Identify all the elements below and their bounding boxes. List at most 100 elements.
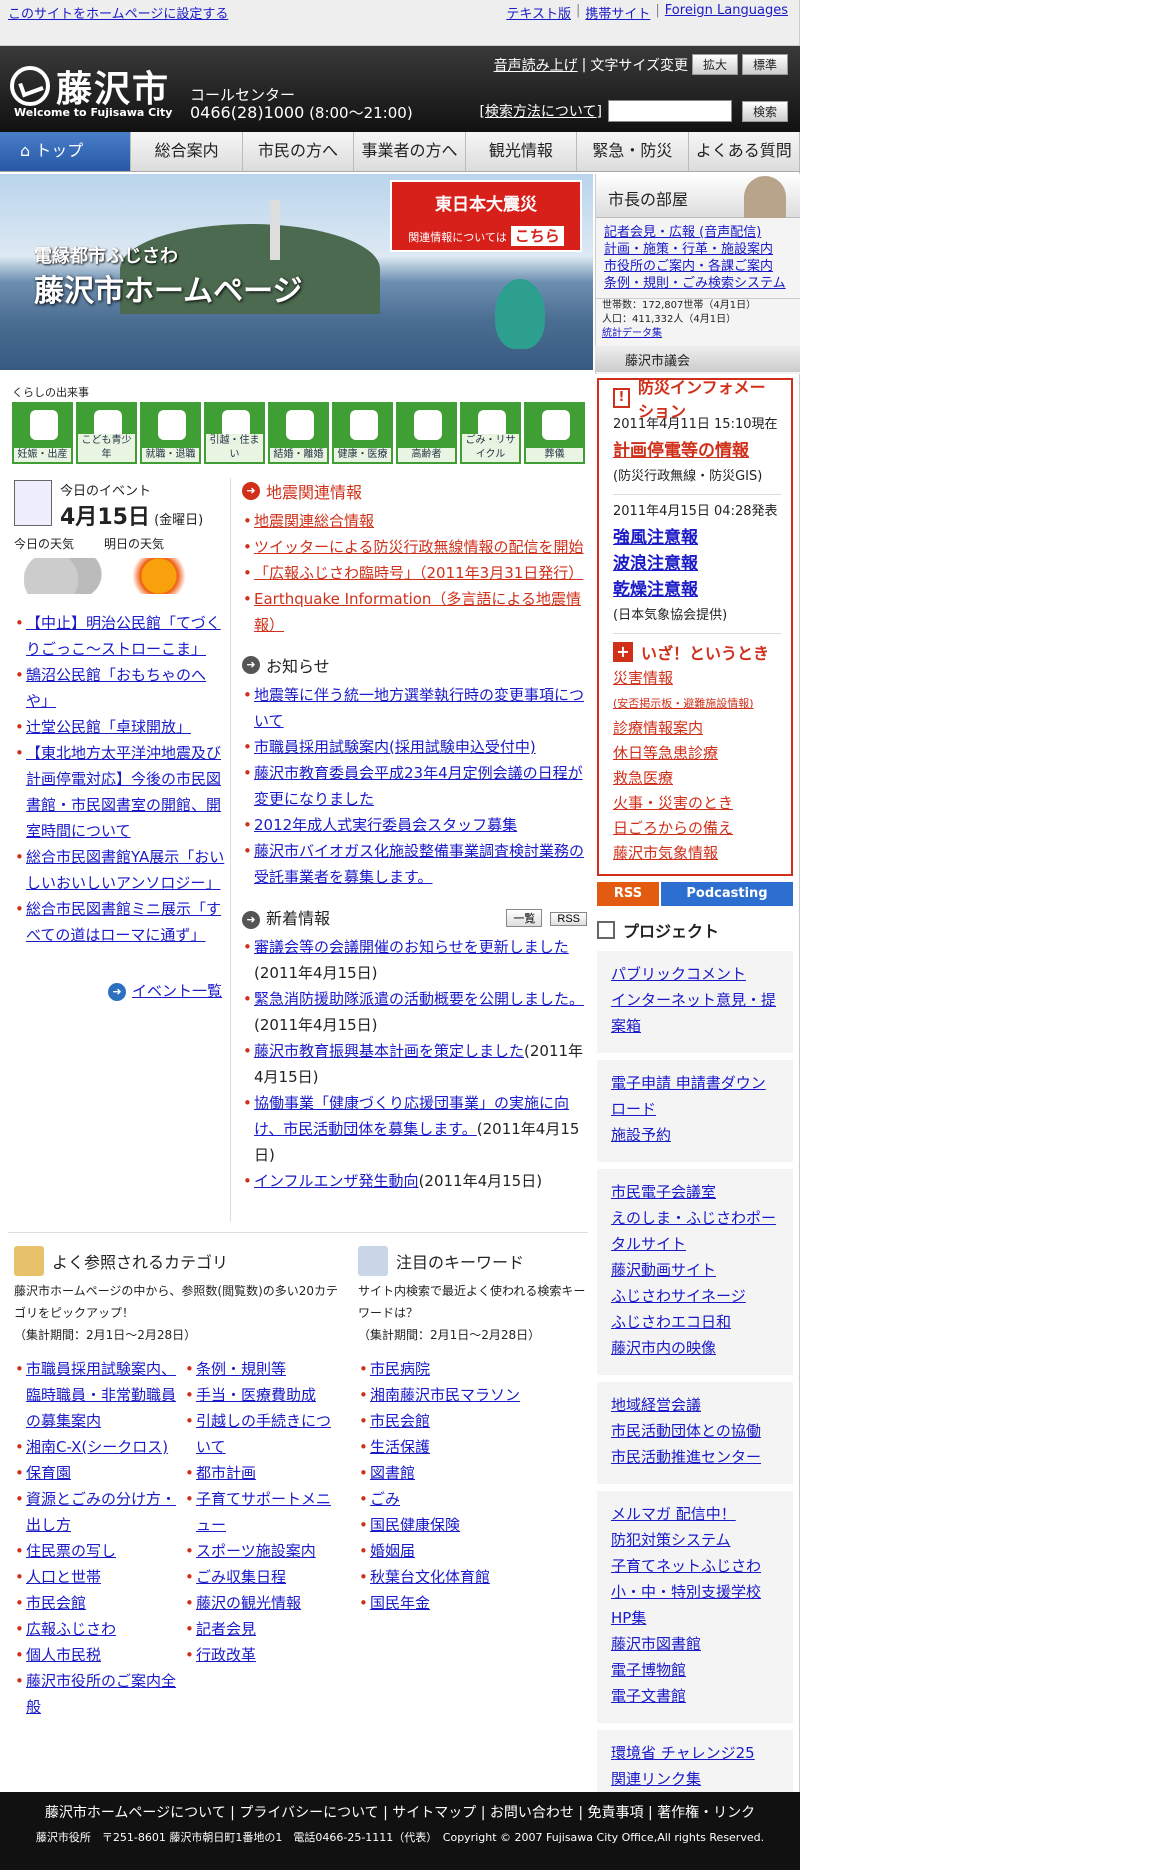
footer-link[interactable]: お問い合わせ [490, 1805, 574, 1821]
event-link[interactable]: 【中止】明治公民館「てづくりごっこ～ストローこま」 [26, 614, 221, 658]
footer-link[interactable]: 免責事項 [588, 1805, 644, 1821]
mayor-link[interactable]: 記者会見・広報 (音声配信) [604, 224, 792, 241]
project-link[interactable]: 防犯対策システム [611, 1531, 731, 1549]
keyword-link[interactable]: 市民病院 [370, 1360, 430, 1378]
mayor-link[interactable]: 条例・規則・ごみ検索システム [604, 275, 792, 292]
nav-tourism[interactable]: 観光情報 [466, 132, 578, 171]
life-health[interactable]: 健康・医療 [332, 402, 393, 464]
category-link[interactable]: 藤沢市役所のご案内全般 [26, 1672, 176, 1716]
life-children[interactable]: こども青少年 [76, 402, 137, 464]
new-item-link[interactable]: 審議会等の会議開催のお知らせを更新しました [254, 938, 569, 956]
category-link[interactable]: 行政改革 [196, 1646, 256, 1664]
mayor-link[interactable]: 計画・施策・行革・施設案内 [604, 241, 792, 258]
category-link[interactable]: 個人市民税 [26, 1646, 101, 1664]
emergency-link[interactable]: 休日等急患診療 [613, 744, 718, 762]
voice-readout-link[interactable]: 音声読み上げ [494, 55, 578, 75]
emergency-link[interactable]: 藤沢市気象情報 [613, 844, 718, 862]
quake-link[interactable]: 「広報ふじさわ臨時号」（2011年3月31日発行） [254, 564, 583, 582]
search-input[interactable] [607, 100, 732, 122]
search-button[interactable]: 検索 [741, 100, 788, 122]
project-link[interactable]: 藤沢市図書館 [611, 1635, 701, 1653]
notice-link[interactable]: 市職員採用試験案内(採用試験申込受付中) [254, 738, 536, 756]
project-link[interactable]: 施設予約 [611, 1126, 671, 1144]
category-link[interactable]: 記者会見 [196, 1620, 256, 1638]
keyword-link[interactable]: 市民会館 [370, 1412, 430, 1430]
category-link[interactable]: 湘南C-X(シークロス) [26, 1438, 168, 1456]
nav-top[interactable]: ⌂ トップ [0, 132, 132, 171]
whats-new-list-button[interactable]: 一覧 [506, 909, 543, 927]
keyword-link[interactable]: 生活保護 [370, 1438, 430, 1456]
project-link[interactable]: 市民電子会議室 [611, 1183, 716, 1201]
keyword-link[interactable]: 図書館 [370, 1464, 415, 1482]
life-marriage[interactable]: 結婚・離婚 [268, 402, 329, 464]
earthquake-banner[interactable]: 東日本大震災 関連情報については こちら [390, 180, 582, 252]
new-item-link[interactable]: インフルエンザ発生動向 [254, 1172, 419, 1190]
footer-link[interactable]: プライバシーについて [239, 1805, 378, 1821]
project-link[interactable]: パブリックコメント [611, 965, 746, 983]
keyword-link[interactable]: ごみ [370, 1490, 400, 1508]
mayor-room-title[interactable]: 市長の部屋 [608, 190, 688, 209]
nav-businesses[interactable]: 事業者の方へ [354, 132, 466, 171]
statistics-link[interactable]: 統計データ集 [602, 327, 794, 341]
city-council-link[interactable]: 藤沢市議会 [595, 346, 800, 372]
project-link[interactable]: えのしま・ふじさわポータルサイト [611, 1209, 776, 1253]
category-link[interactable]: スポーツ施設案内 [196, 1542, 316, 1560]
city-logo[interactable]: 藤沢市 [10, 60, 170, 112]
category-link[interactable]: 人口と世帯 [26, 1568, 101, 1586]
mobile-site-link[interactable]: 携帯サイト [580, 3, 655, 22]
project-link[interactable]: 電子申請 申請書ダウンロード [611, 1074, 766, 1118]
warning-link[interactable]: 乾燥注意報 [613, 580, 698, 600]
life-elderly[interactable]: 高齢者 [396, 402, 457, 464]
rss-button[interactable]: RSS [597, 882, 659, 906]
keyword-link[interactable]: 国民健康保険 [370, 1516, 460, 1534]
category-link[interactable]: 藤沢の観光情報 [196, 1594, 301, 1612]
notice-link[interactable]: 藤沢市バイオガス化施設整備事業調査検討業務の受託事業者を募集します。 [254, 842, 584, 886]
category-link[interactable]: 保育園 [26, 1464, 71, 1482]
project-link[interactable]: 環境省 チャレンジ25 [611, 1744, 755, 1762]
life-employment[interactable]: 就職・退職 [140, 402, 201, 464]
life-funeral[interactable]: 葬儀 [524, 402, 585, 464]
category-link[interactable]: 子育てサポートメニュー [196, 1490, 331, 1534]
event-link[interactable]: 【東北地方太平洋沖地震及び計画停電対応】今後の市民図書館・市民図書室の開館、開室… [26, 744, 221, 840]
emergency-link[interactable]: 救急医療 [613, 769, 673, 787]
mayor-link[interactable]: 市役所のご案内・各課ご案内 [604, 258, 792, 275]
category-link[interactable]: 住民票の写し [26, 1542, 116, 1560]
podcasting-button[interactable]: Podcasting [661, 882, 793, 906]
nav-citizens[interactable]: 市民の方へ [243, 132, 355, 171]
notice-link[interactable]: 2012年成人式実行委員会スタッフ募集 [254, 816, 517, 834]
enlarge-button[interactable]: 拡大 [691, 54, 738, 75]
life-moving[interactable]: 引越・住まい [204, 402, 265, 464]
project-link[interactable]: ふじさわサイネージ [611, 1287, 746, 1305]
emergency-link[interactable]: 日ごろからの備え [613, 819, 733, 837]
project-link[interactable]: 藤沢動画サイト [611, 1261, 716, 1279]
category-link[interactable]: 資源とごみの分け方・出し方 [26, 1490, 176, 1534]
life-pregnancy[interactable]: 妊娠・出産 [12, 402, 73, 464]
search-help-link[interactable]: [検索方法について] [479, 101, 602, 121]
project-link[interactable]: 地域経営会議 [611, 1396, 701, 1414]
warning-link[interactable]: 強風注意報 [613, 528, 698, 548]
life-recycling[interactable]: ごみ・リサイクル [460, 402, 521, 464]
project-link[interactable]: 藤沢市内の映像 [611, 1339, 716, 1357]
quake-link[interactable]: ツイッターによる防災行政無線情報の配信を開始 [254, 538, 584, 556]
notice-link[interactable]: 地震等に伴う統一地方選挙執行時の変更事項について [254, 686, 584, 730]
project-link[interactable]: 小・中・特別支援学校HP集 [611, 1583, 761, 1627]
project-link[interactable]: 子育てネットふじさわ [611, 1557, 761, 1575]
text-version-link[interactable]: テキスト版 [501, 3, 576, 22]
keyword-link[interactable]: 秋葉台文化体育館 [370, 1568, 490, 1586]
footer-link[interactable]: サイトマップ [392, 1805, 476, 1821]
keyword-link[interactable]: 国民年金 [370, 1594, 430, 1612]
project-link[interactable]: 関連リンク集 [611, 1770, 701, 1788]
warning-link[interactable]: 波浪注意報 [613, 554, 698, 574]
event-list-more[interactable]: ➜ イベント一覧 [108, 980, 222, 1001]
category-link[interactable]: ごみ収集日程 [196, 1568, 286, 1586]
keyword-link[interactable]: 婚姻届 [370, 1542, 415, 1560]
project-link[interactable]: 市民活動団体との協働 [611, 1422, 761, 1440]
project-link[interactable]: 市民活動推進センター [611, 1448, 761, 1466]
notice-link[interactable]: 藤沢市教育委員会平成23年4月定例会議の日程が変更になりました [254, 764, 583, 808]
event-link[interactable]: 総合市民図書館YA展示「おいしいおいしいアンソロジー」 [26, 848, 224, 892]
quake-link[interactable]: Earthquake Information（多言語による地震情報） [254, 590, 581, 634]
set-homepage-link[interactable]: このサイトをホームページに設定する [8, 3, 228, 22]
category-link[interactable]: 市職員採用試験案内、臨時職員・非常勤職員の募集案内 [26, 1360, 176, 1430]
emergency-link[interactable]: 診療情報案内 [613, 719, 703, 737]
new-item-link[interactable]: 緊急消防援助隊派遣の活動概要を公開しました。 [254, 990, 584, 1008]
